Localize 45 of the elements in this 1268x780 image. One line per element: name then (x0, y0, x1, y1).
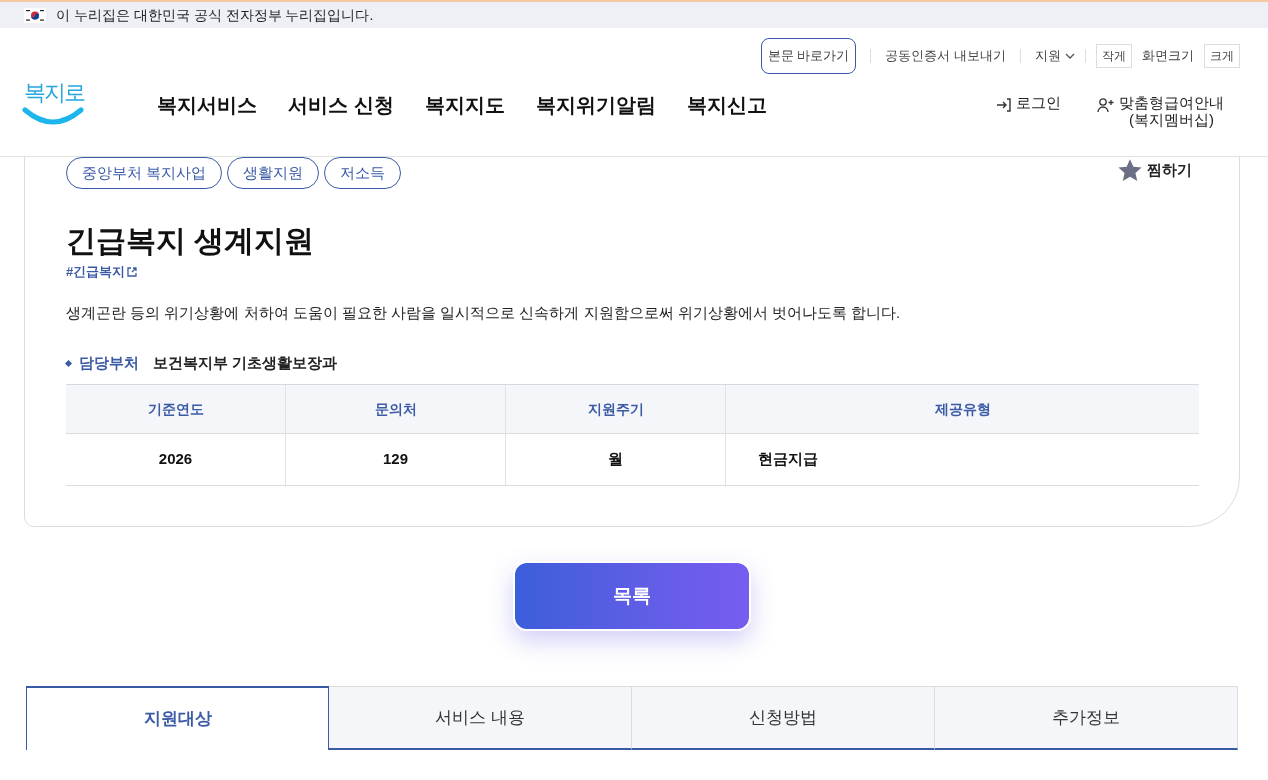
content-tab[interactable]: 지원대상 (26, 686, 329, 750)
category-tag: 생활지원 (227, 157, 320, 189)
hashtag-link[interactable]: #긴급복지 (66, 262, 138, 282)
support-dropdown[interactable]: 지원 (1035, 46, 1075, 66)
login-icon (996, 97, 1012, 113)
gov-banner-text: 이 누리집은 대한민국 공식 전자정부 누리집입니다. (56, 5, 374, 25)
page-title: 긴급복지 생계지원 (66, 223, 315, 259)
bookmark-button[interactable]: 찜하기 (1117, 158, 1192, 183)
star-icon (1117, 158, 1143, 183)
department-label: 담당부처 (79, 353, 139, 373)
content-tab[interactable]: 추가정보 (935, 686, 1238, 750)
table-cell-text: 현금지급 (757, 449, 819, 470)
table-cell: 월 (506, 434, 726, 485)
utility-link[interactable]: 공동인증서 내보내기 (885, 46, 1006, 66)
category-tag: 중앙부처 복지사업 (66, 157, 223, 189)
larger-text-button[interactable]: 크게 (1204, 43, 1240, 68)
table-header-cell: 문의처 (286, 385, 506, 433)
membership-link[interactable]: 맞춤형급여안내 (복지멤버십) (1097, 94, 1224, 128)
table-cell: 2026 (66, 434, 286, 485)
smile-icon (22, 106, 84, 126)
skip-to-content-link[interactable]: 본문 바로가기 (760, 38, 857, 74)
table-cell: 129 (286, 434, 506, 485)
table-header-cell: 기준연도 (66, 385, 286, 433)
smaller-text-button[interactable]: 작게 (1096, 43, 1132, 68)
service-description: 생계곤란 등의 위기상황에 처하여 도움이 필요한 사람을 일시적으로 신속하게 지원함으로써 위기상황에서 벗어나도록 합니다. (66, 303, 901, 323)
list-button[interactable]: 목록 (513, 561, 751, 631)
screen-size-label: 화면크기 (1142, 47, 1194, 65)
nav-menu-item[interactable]: 복지신고 (686, 90, 767, 120)
flag-icon (24, 7, 46, 23)
content-tab[interactable]: 서비스 내용 (329, 686, 632, 750)
nav-menu-item[interactable]: 복지위기알림 (535, 90, 656, 120)
nav-menu-item[interactable]: 복지서비스 (157, 90, 257, 120)
nav-menu-item[interactable]: 복지지도 (424, 90, 505, 120)
content-tab[interactable]: 신청방법 (632, 686, 935, 750)
add-user-icon (1097, 97, 1115, 113)
external-link-icon (127, 266, 138, 277)
chevron-down-icon (1065, 52, 1075, 59)
category-tag: 저소득 (324, 157, 402, 189)
logo-text: 복지로 (24, 79, 84, 107)
login-link[interactable]: 로그인 (996, 94, 1061, 113)
nav-menu-item[interactable]: 서비스 신청 (288, 90, 394, 120)
bullet-icon (64, 359, 73, 367)
table-header-cell-text: 제공유형 (933, 399, 992, 419)
table-header-cell: 지원주기 (506, 385, 726, 433)
department-value: 보건복지부 기초생활보장과 (153, 353, 338, 373)
